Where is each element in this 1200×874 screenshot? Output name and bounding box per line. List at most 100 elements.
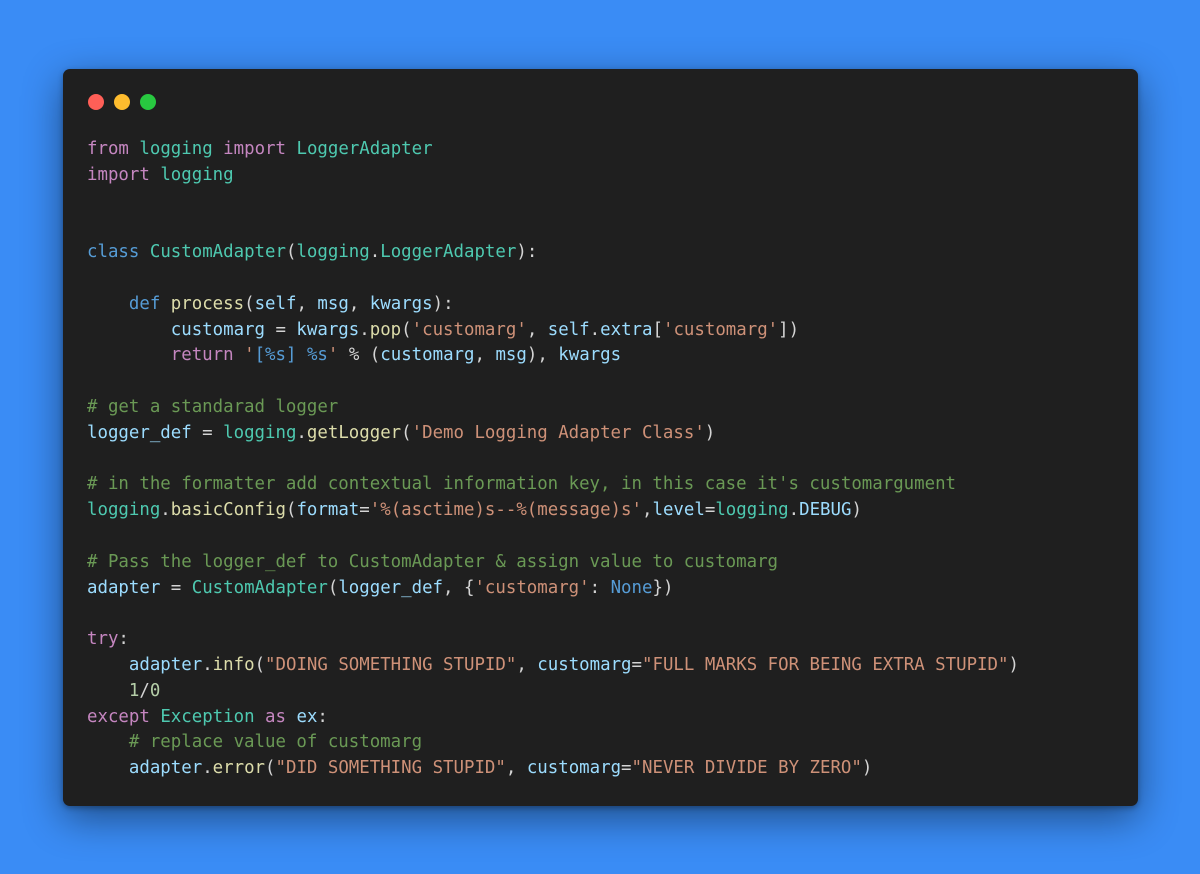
- code-token-string-literal: ': [244, 345, 255, 366]
- code-line: def process(self, msg, kwargs):: [87, 292, 1019, 318]
- code-token-variable: logger_def: [338, 577, 444, 598]
- code-line: logger_def = logging.getLogger('Demo Log…: [87, 421, 1019, 447]
- code-token-function-name: info: [212, 654, 255, 675]
- code-token-punctuation: =: [704, 500, 716, 521]
- code-token-punctuation: [129, 139, 139, 159]
- code-token-punctuation: [87, 294, 129, 314]
- code-line: ​: [87, 214, 1019, 240]
- minimize-button[interactable]: [114, 94, 130, 110]
- code-line: from logging import LoggerAdapter: [87, 137, 1019, 163]
- code-token-punctuation: ,: [526, 319, 548, 340]
- code-token-number: 1: [128, 680, 140, 701]
- code-token-punctuation: [: [652, 319, 663, 340]
- code-token-keyword: import: [87, 164, 150, 185]
- close-button[interactable]: [88, 94, 104, 110]
- code-token-punctuation: }): [652, 577, 674, 598]
- code-token-keyword: try: [87, 629, 119, 650]
- code-token-type-name: CustomAdapter: [191, 577, 328, 598]
- code-token-type-name: CustomAdapter: [149, 242, 286, 263]
- code-token-comment: # replace value of customarg: [128, 732, 423, 753]
- code-token-punctuation: ):: [516, 242, 538, 263]
- code-token-string-literal: 'Demo Logging Adapter Class': [411, 422, 705, 443]
- code-token-variable: ex: [296, 706, 318, 727]
- code-token-punctuation: .: [589, 319, 601, 340]
- code-token-punctuation: ]): [778, 319, 800, 340]
- code-token-punctuation: (: [285, 500, 297, 521]
- code-token-punctuation: (: [254, 654, 266, 675]
- code-window: from logging import LoggerAdapter import …: [63, 69, 1138, 806]
- code-token-punctuation: (: [244, 293, 255, 314]
- code-token-punctuation: [234, 345, 244, 365]
- code-token-variable: adapter: [128, 758, 203, 779]
- code-token-punctuation: [87, 681, 129, 701]
- code-line: adapter.error("DID SOMETHING STUPID", cu…: [87, 756, 1019, 782]
- code-token-type-name: LoggerAdapter: [380, 242, 517, 263]
- code-token-comment: # Pass the logger_def to CustomAdapter &…: [87, 551, 779, 572]
- code-token-punctuation: , {: [443, 577, 475, 598]
- code-token-function-name: error: [212, 758, 266, 779]
- code-token-punctuation: ,: [505, 758, 527, 779]
- code-line: ​: [87, 369, 1019, 395]
- code-token-punctuation: (: [401, 422, 412, 443]
- code-token-punctuation: ,: [516, 654, 538, 675]
- code-token-function-name: process: [170, 293, 245, 314]
- code-line: adapter.info("DOING SOMETHING STUPID", c…: [87, 653, 1019, 679]
- code-token-punctuation: .: [202, 758, 213, 779]
- code-token-type-name: logging: [139, 139, 213, 159]
- code-token-string-literal: "FULL MARKS FOR BEING EXTRA STUPID": [642, 654, 1009, 675]
- code-token-type-name: Exception: [160, 706, 255, 727]
- code-token-variable: self: [254, 293, 297, 314]
- code-token-type-name: logging: [223, 422, 297, 443]
- code-token-punctuation: .: [788, 500, 800, 521]
- code-token-punctuation: [286, 139, 296, 159]
- code-token-variable: extra: [600, 319, 653, 340]
- code-token-variable: DEBUG: [799, 500, 852, 521]
- code-token-string-literal: [296, 345, 306, 365]
- code-token-punctuation: ,: [296, 293, 318, 314]
- code-line: import logging: [87, 163, 1019, 189]
- code-token-punctuation: .: [202, 654, 213, 675]
- code-token-storage-keyword: class: [87, 242, 140, 263]
- window-controls: [88, 94, 156, 110]
- code-token-punctuation: [87, 345, 171, 365]
- code-token-string-literal: 'customarg': [662, 319, 779, 340]
- code-token-punctuation: =: [265, 319, 297, 340]
- code-token-variable: customarg: [170, 319, 265, 340]
- code-token-punctuation: [87, 758, 129, 778]
- code-token-string-literal: 'customarg': [411, 319, 527, 340]
- code-token-keyword: from: [87, 139, 129, 159]
- code-token-variable: logger_def: [87, 422, 192, 443]
- code-token-punctuation: [286, 707, 296, 727]
- code-token-storage-keyword: def: [128, 293, 161, 314]
- code-token-punctuation: =: [631, 654, 642, 675]
- code-token-string-literal: '%(asctime)s--%(message)s': [369, 500, 642, 521]
- code-token-punctuation: [213, 139, 223, 159]
- code-line: # in the formatter add contextual inform…: [87, 472, 1019, 498]
- code-token-punctuation: ,: [348, 293, 370, 314]
- code-line: # get a standarad logger: [87, 395, 1019, 421]
- code-token-variable: adapter: [87, 577, 161, 598]
- code-line: ​: [87, 266, 1019, 292]
- code-line: ​: [87, 524, 1019, 550]
- code-token-function-name: pop: [369, 319, 402, 340]
- zoom-button[interactable]: [140, 94, 156, 110]
- code-token-string-literal: "DOING SOMETHING STUPID": [265, 654, 517, 675]
- code-token-punctuation: (: [285, 242, 297, 263]
- code-token-comment: # get a standarad logger: [87, 396, 339, 417]
- code-token-variable: customarg: [380, 345, 475, 366]
- code-token-punctuation: (: [401, 319, 412, 340]
- code-token-punctuation: =: [160, 577, 192, 598]
- code-token-string-literal: "DID SOMETHING STUPID": [275, 758, 506, 779]
- code-token-function-name: getLogger: [306, 422, 402, 443]
- code-line: try:: [87, 627, 1019, 653]
- code-line: # replace value of customarg: [87, 730, 1019, 756]
- code-token-variable: level: [652, 500, 705, 521]
- code-token-punctuation: [255, 707, 265, 727]
- code-token-function-name: basicConfig: [170, 500, 286, 521]
- code-token-punctuation: ): [861, 758, 873, 779]
- code-token-punctuation: ): [851, 500, 862, 521]
- code-line: adapter = CustomAdapter(logger_def, {'cu…: [87, 576, 1019, 602]
- code-token-string-literal: ': [327, 345, 339, 366]
- code-token-punctuation: .: [296, 422, 307, 443]
- code-token-punctuation: [87, 732, 129, 752]
